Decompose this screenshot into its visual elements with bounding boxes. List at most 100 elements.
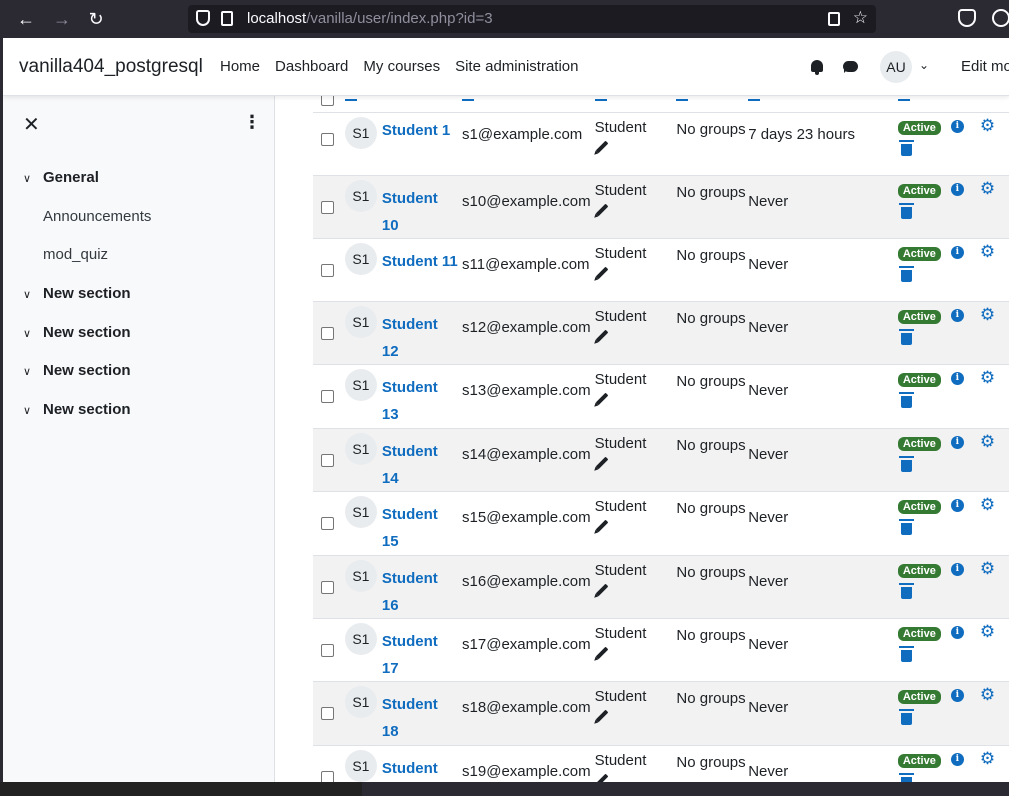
page-info-icon[interactable]: [221, 11, 233, 26]
sort-indicator-icon[interactable]: [462, 99, 475, 101]
nav-my-courses[interactable]: My courses: [363, 58, 440, 75]
course-index-section[interactable]: ∨ New section: [3, 401, 275, 425]
trash-icon[interactable]: [898, 645, 914, 662]
sort-indicator-icon[interactable]: [594, 99, 607, 101]
site-name[interactable]: vanilla404_postgresql: [19, 56, 203, 78]
chevron-down-icon[interactable]: ∨: [23, 404, 37, 417]
reader-view-icon[interactable]: [828, 12, 840, 26]
trash-icon[interactable]: [898, 582, 914, 599]
user-name-link[interactable]: Student 16: [382, 565, 458, 619]
url-bar[interactable]: localhost/vanilla/user/index.php?id=3 ☆: [188, 5, 876, 33]
pencil-icon[interactable]: [595, 519, 609, 532]
trash-icon[interactable]: [898, 265, 914, 282]
gear-icon[interactable]: ⚙: [980, 750, 995, 767]
back-arrow-icon[interactable]: ←: [14, 7, 38, 31]
info-icon[interactable]: i: [950, 371, 964, 385]
tracking-shield-icon[interactable]: [196, 10, 210, 26]
pencil-icon[interactable]: [595, 709, 609, 722]
user-name-link[interactable]: Student 12: [382, 311, 458, 365]
course-index-section[interactable]: ∨ New section: [3, 362, 275, 386]
account-icon[interactable]: [992, 9, 1009, 27]
course-index-section[interactable]: ∨ General: [3, 169, 275, 193]
forward-arrow-icon[interactable]: →: [50, 7, 74, 31]
user-name-link[interactable]: Student 15: [382, 501, 458, 555]
pencil-icon[interactable]: [595, 773, 609, 782]
pencil-icon[interactable]: [595, 140, 609, 153]
reload-icon[interactable]: ↻: [84, 7, 108, 31]
course-index-section[interactable]: ∨ New section: [3, 285, 275, 309]
gear-icon[interactable]: ⚙: [980, 433, 995, 450]
sort-indicator-icon[interactable]: [676, 99, 689, 101]
row-select-checkbox[interactable]: [321, 770, 334, 782]
gear-icon[interactable]: ⚙: [980, 180, 995, 197]
edit-mode-toggle[interactable]: Edit mo: [961, 58, 1009, 75]
chevron-down-icon[interactable]: ∨: [23, 365, 37, 378]
course-index-section[interactable]: ∨ New section: [3, 324, 275, 348]
select-all-checkbox[interactable]: [321, 96, 334, 106]
user-name-link[interactable]: Student 18: [382, 691, 458, 745]
pencil-icon[interactable]: [595, 646, 609, 659]
gear-icon[interactable]: ⚙: [980, 117, 995, 134]
row-select-checkbox[interactable]: [321, 200, 334, 214]
pencil-icon[interactable]: [595, 329, 609, 342]
chevron-down-icon[interactable]: ∨: [23, 327, 37, 340]
nav-site-administration[interactable]: Site administration: [455, 58, 578, 75]
gear-icon[interactable]: ⚙: [980, 369, 995, 386]
url-text[interactable]: localhost/vanilla/user/index.php?id=3: [247, 10, 493, 27]
sort-indicator-icon[interactable]: [748, 99, 761, 101]
row-select-checkbox[interactable]: [321, 389, 334, 403]
kebab-menu-icon[interactable]: ⋮: [243, 112, 261, 133]
info-icon[interactable]: i: [950, 435, 964, 449]
user-name-link[interactable]: Student 17: [382, 628, 458, 682]
chevron-down-icon[interactable]: ∨: [23, 288, 37, 301]
sort-indicator-icon[interactable]: [897, 99, 910, 101]
gear-icon[interactable]: ⚙: [980, 623, 995, 640]
info-icon[interactable]: i: [950, 752, 964, 766]
trash-icon[interactable]: [898, 328, 914, 345]
gear-icon[interactable]: ⚙: [980, 496, 995, 513]
trash-icon[interactable]: [898, 139, 914, 156]
info-icon[interactable]: i: [950, 182, 964, 196]
info-icon[interactable]: i: [950, 119, 964, 133]
info-icon[interactable]: i: [950, 498, 964, 512]
notification-bell-icon[interactable]: [811, 60, 823, 75]
row-select-checkbox[interactable]: [321, 580, 334, 594]
pocket-icon[interactable]: [958, 9, 976, 27]
row-select-checkbox[interactable]: [321, 326, 334, 340]
pencil-icon[interactable]: [595, 266, 609, 279]
pencil-icon[interactable]: [595, 392, 609, 405]
bookmark-star-icon[interactable]: ☆: [853, 8, 868, 28]
info-icon[interactable]: i: [950, 308, 964, 322]
user-name-link[interactable]: Student 10: [382, 185, 458, 239]
info-icon[interactable]: i: [950, 245, 964, 259]
info-icon[interactable]: i: [950, 688, 964, 702]
user-name-link[interactable]: Student 19: [382, 755, 458, 783]
trash-icon[interactable]: [898, 455, 914, 472]
messages-icon[interactable]: [843, 61, 858, 73]
nav-home[interactable]: Home: [220, 58, 260, 75]
sort-indicator-icon[interactable]: [344, 99, 357, 101]
chevron-down-icon[interactable]: ∨: [23, 172, 37, 185]
row-select-checkbox[interactable]: [321, 516, 334, 530]
course-index-activity[interactable]: mod_quiz: [3, 246, 275, 270]
user-name-link[interactable]: Student 1: [382, 117, 458, 144]
pencil-icon[interactable]: [595, 203, 609, 216]
gear-icon[interactable]: ⚙: [980, 686, 995, 703]
gear-icon[interactable]: ⚙: [980, 306, 995, 323]
trash-icon[interactable]: [898, 391, 914, 408]
trash-icon[interactable]: [898, 202, 914, 219]
chevron-down-icon[interactable]: ⌄: [919, 58, 929, 72]
pencil-icon[interactable]: [595, 583, 609, 596]
gear-icon[interactable]: ⚙: [980, 243, 995, 260]
row-select-checkbox[interactable]: [321, 453, 334, 467]
trash-icon[interactable]: [898, 518, 914, 535]
pencil-icon[interactable]: [595, 456, 609, 469]
row-select-checkbox[interactable]: [321, 706, 334, 720]
row-select-checkbox[interactable]: [321, 643, 334, 657]
row-select-checkbox[interactable]: [321, 263, 334, 277]
course-index-activity[interactable]: Announcements: [3, 208, 275, 232]
row-select-checkbox[interactable]: [321, 132, 334, 146]
info-icon[interactable]: i: [950, 625, 964, 639]
info-icon[interactable]: i: [950, 562, 964, 576]
gear-icon[interactable]: ⚙: [980, 560, 995, 577]
